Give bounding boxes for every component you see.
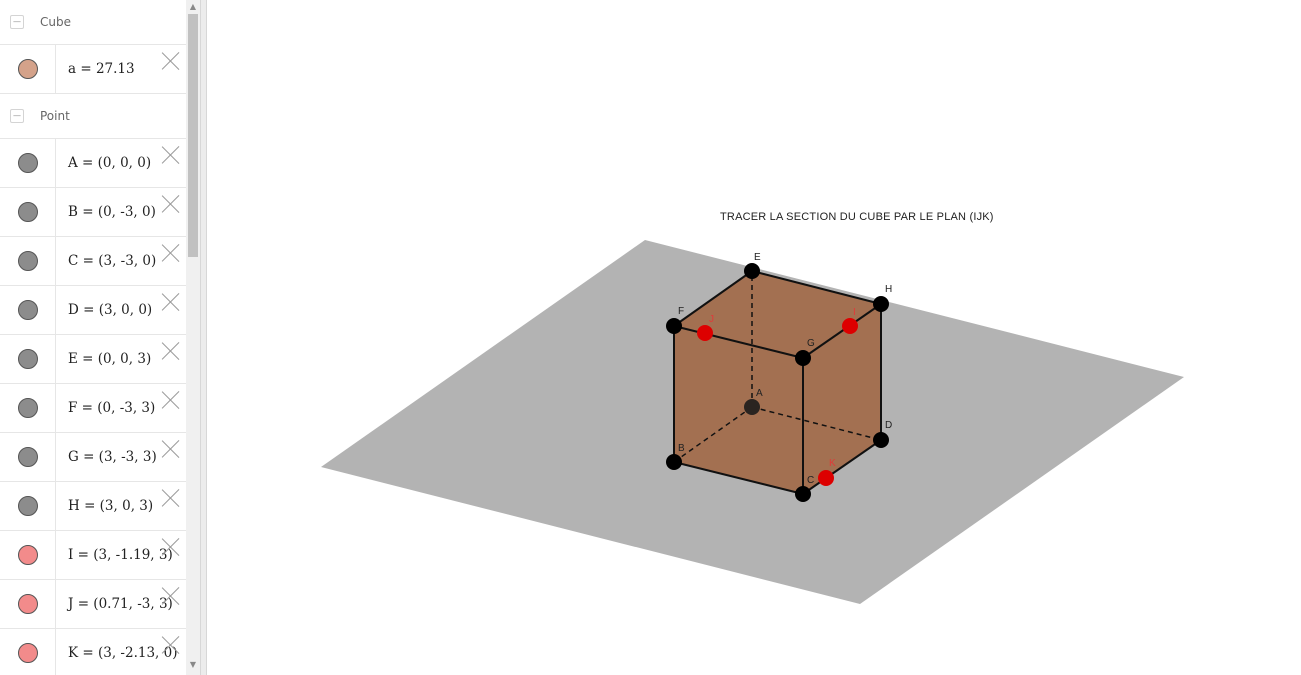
delete-icon[interactable] xyxy=(162,440,180,458)
algebra-item-B[interactable]: B = (0, -3, 0) xyxy=(0,188,186,237)
graphics-canvas[interactable]: A B C D E F G H I J K xyxy=(207,0,1301,675)
label-A: A xyxy=(756,388,763,399)
delete-icon[interactable] xyxy=(162,391,180,409)
label-G: G xyxy=(807,338,815,349)
object-definition[interactable]: a = 27.13 xyxy=(68,61,135,77)
algebra-item-E[interactable]: E = (0, 0, 3) xyxy=(0,335,186,384)
point-J[interactable] xyxy=(697,325,713,341)
marble-cell xyxy=(0,45,56,93)
scroll-up-arrow-icon[interactable]: ▲ xyxy=(186,0,200,14)
group-title: Cube xyxy=(40,15,71,29)
point-H[interactable] xyxy=(873,296,889,312)
visibility-toggle[interactable] xyxy=(18,300,38,320)
object-definition[interactable]: D = (3, 0, 0) xyxy=(68,302,152,318)
point-C[interactable] xyxy=(795,486,811,502)
label-I: I xyxy=(853,307,856,318)
visibility-toggle[interactable] xyxy=(18,447,38,467)
label-D: D xyxy=(885,420,892,431)
visibility-toggle[interactable] xyxy=(18,398,38,418)
view-splitter[interactable] xyxy=(200,0,207,675)
object-definition[interactable]: I = (3, -1.19, 3) xyxy=(68,547,173,563)
algebra-item-G[interactable]: G = (3, -3, 3) xyxy=(0,433,186,482)
algebra-item-H[interactable]: H = (3, 0, 3) xyxy=(0,482,186,531)
object-definition[interactable]: H = (3, 0, 3) xyxy=(68,498,153,514)
delete-icon[interactable] xyxy=(162,195,180,213)
algebra-item-K[interactable]: K = (3, -2.13, 0) xyxy=(0,629,186,675)
scroll-down-arrow-icon[interactable]: ▼ xyxy=(186,658,200,672)
point-K[interactable] xyxy=(818,470,834,486)
delete-icon[interactable] xyxy=(162,489,180,507)
label-B: B xyxy=(678,443,685,454)
marble-cell xyxy=(0,237,56,285)
visibility-toggle[interactable] xyxy=(18,545,38,565)
label-C: C xyxy=(807,475,814,486)
marble-cell xyxy=(0,188,56,236)
visibility-toggle[interactable] xyxy=(18,153,38,173)
visibility-toggle[interactable] xyxy=(18,496,38,516)
marble-cell xyxy=(0,433,56,481)
delete-icon[interactable] xyxy=(162,244,180,262)
object-definition[interactable]: A = (0, 0, 0) xyxy=(68,155,151,171)
delete-icon[interactable] xyxy=(162,587,180,605)
algebra-item-a[interactable]: a = 27.13 xyxy=(0,45,186,94)
marble-cell xyxy=(0,629,56,675)
object-definition[interactable]: F = (0, -3, 3) xyxy=(68,400,155,416)
visibility-toggle[interactable] xyxy=(18,251,38,271)
visibility-toggle[interactable] xyxy=(18,643,38,663)
algebra-item-D[interactable]: D = (3, 0, 0) xyxy=(0,286,186,335)
delete-icon[interactable] xyxy=(162,636,180,654)
delete-icon[interactable] xyxy=(162,293,180,311)
instruction-text: TRACER LA SECTION DU CUBE PAR LE PLAN (I… xyxy=(720,211,994,223)
delete-icon[interactable] xyxy=(162,52,180,70)
label-K: K xyxy=(829,458,836,469)
visibility-toggle[interactable] xyxy=(18,349,38,369)
delete-icon[interactable] xyxy=(162,538,180,556)
point-F[interactable] xyxy=(666,318,682,334)
point-A[interactable] xyxy=(744,399,760,415)
collapse-toggle-icon[interactable]: — xyxy=(10,109,24,123)
marble-cell xyxy=(0,531,56,579)
point-B[interactable] xyxy=(666,454,682,470)
algebra-item-C[interactable]: C = (3, -3, 0) xyxy=(0,237,186,286)
label-F: F xyxy=(678,306,684,317)
algebra-view: — Cube a = 27.13 — Point A = (0, 0, 0) B… xyxy=(0,0,186,675)
visibility-toggle[interactable] xyxy=(18,59,38,79)
algebra-scrollbar[interactable]: ▲ ▼ xyxy=(186,0,200,675)
marble-cell xyxy=(0,384,56,432)
marble-cell xyxy=(0,482,56,530)
marble-cell xyxy=(0,139,56,187)
object-definition[interactable]: J = (0.71, -3, 3) xyxy=(68,596,173,612)
algebra-item-A[interactable]: A = (0, 0, 0) xyxy=(0,139,186,188)
delete-icon[interactable] xyxy=(162,146,180,164)
point-I[interactable] xyxy=(842,318,858,334)
point-G[interactable] xyxy=(795,350,811,366)
visibility-toggle[interactable] xyxy=(18,594,38,614)
marble-cell xyxy=(0,335,56,383)
group-header-point[interactable]: — Point xyxy=(0,94,186,139)
algebra-item-J[interactable]: J = (0.71, -3, 3) xyxy=(0,580,186,629)
algebra-item-I[interactable]: I = (3, -1.19, 3) xyxy=(0,531,186,580)
object-definition[interactable]: G = (3, -3, 3) xyxy=(68,449,157,465)
object-definition[interactable]: E = (0, 0, 3) xyxy=(68,351,151,367)
algebra-item-F[interactable]: F = (0, -3, 3) xyxy=(0,384,186,433)
collapse-toggle-icon[interactable]: — xyxy=(10,15,24,29)
point-E[interactable] xyxy=(744,263,760,279)
group-header-cube[interactable]: — Cube xyxy=(0,0,186,45)
graphics-3d-view[interactable]: A B C D E F G H I J K TRACER LA SECTION … xyxy=(207,0,1301,675)
marble-cell xyxy=(0,580,56,628)
object-definition[interactable]: C = (3, -3, 0) xyxy=(68,253,156,269)
delete-icon[interactable] xyxy=(162,342,180,360)
object-definition[interactable]: B = (0, -3, 0) xyxy=(68,204,156,220)
marble-cell xyxy=(0,286,56,334)
label-H: H xyxy=(885,284,892,295)
point-D[interactable] xyxy=(873,432,889,448)
scroll-thumb[interactable] xyxy=(188,14,198,257)
label-J: J xyxy=(709,314,714,325)
label-E: E xyxy=(754,252,761,263)
visibility-toggle[interactable] xyxy=(18,202,38,222)
group-title: Point xyxy=(40,109,70,123)
